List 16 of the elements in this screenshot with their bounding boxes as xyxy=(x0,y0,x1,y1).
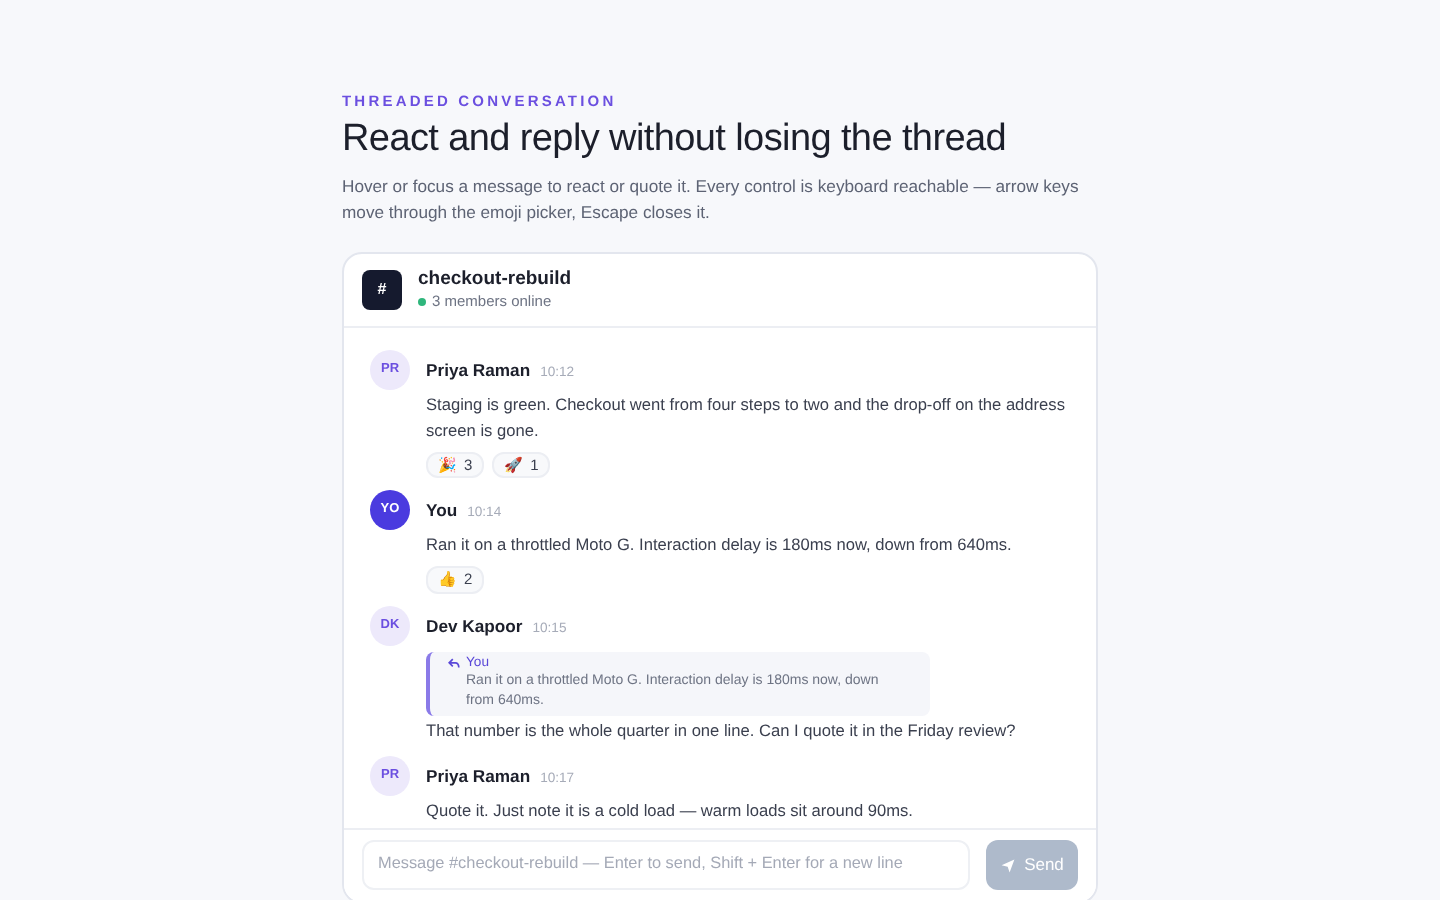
message-text: Quote it. Just note it is a cold load — warm loads sit around 90ms. xyxy=(426,797,913,824)
reply-icon xyxy=(448,658,460,671)
message-text: That number is the whole quarter in one line. Can I quote it in the Friday review? xyxy=(426,718,1016,744)
send-icon xyxy=(1000,857,1017,874)
author-name: Priya Raman xyxy=(426,765,531,786)
online-dot-icon xyxy=(418,298,426,307)
author-name: You xyxy=(426,500,458,521)
page-title: React and reply without losing the thread xyxy=(342,117,1009,164)
author-name: Dev Kapoor xyxy=(426,615,523,636)
channel-icon: # xyxy=(362,270,402,311)
author-name: Priya Raman xyxy=(426,360,531,381)
message-text: Staging is green. Checkout went from four steps to two and the drop-off on the address screen is gone. xyxy=(426,391,1067,444)
channel-name: checkout-rebuild xyxy=(418,268,572,293)
description-text: Hover or focus a message to react or quote it. Every control is keyboard reachable — arrow keys move through the emoji picker, Escape closes it. xyxy=(342,173,1081,227)
message-input-field[interactable]: Message #checkout-rebuild — Enter to send, Shift + Enter for a new line xyxy=(362,840,970,891)
message-text: Ran it on a throttled Moto G. Interaction delay is 180ms now, down from 640ms. xyxy=(426,532,1012,559)
